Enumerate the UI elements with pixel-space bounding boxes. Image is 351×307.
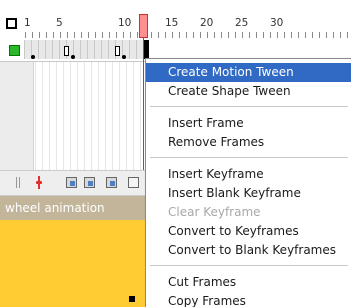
frame-number: 20 <box>200 17 214 29</box>
menu-separator <box>150 157 348 158</box>
timeline-context-menu: Create Motion Tween Create Shape Tween I… <box>145 58 351 307</box>
menu-item-label: Convert to Keyframes <box>168 224 299 238</box>
onion-outline-icon[interactable] <box>84 177 95 188</box>
menu-item-label: Remove Frames <box>168 135 265 149</box>
layer-frames[interactable] <box>24 40 146 59</box>
menu-item-create-motion-tween[interactable]: Create Motion Tween <box>146 63 351 82</box>
playhead-line <box>143 38 144 192</box>
frame-number: 25 <box>235 17 249 29</box>
menu-separator <box>150 106 348 107</box>
menu-item-label: Copy Frames <box>168 294 246 307</box>
menu-item-convert-to-keyframes[interactable]: Convert to Keyframes <box>146 222 351 241</box>
menu-item-insert-blank-keyframe[interactable]: Insert Blank Keyframe <box>146 184 351 203</box>
menu-item-copy-frames[interactable]: Copy Frames <box>146 292 351 307</box>
menu-item-label: Create Motion Tween <box>168 65 294 79</box>
menu-item-convert-to-blank-keyframes[interactable]: Convert to Blank Keyframes <box>146 241 351 260</box>
frame-number: 10 <box>118 17 132 29</box>
playhead[interactable] <box>139 14 148 38</box>
edit-multiple-frames-icon[interactable] <box>106 177 117 188</box>
blank-keyframe-icon[interactable] <box>115 46 120 56</box>
outline-toggle-icon[interactable] <box>6 18 17 29</box>
scroll-bar-icon[interactable] <box>16 177 20 188</box>
layer-color-icon[interactable] <box>9 45 20 56</box>
menu-item-label: Insert Blank Keyframe <box>168 186 301 200</box>
flash-ide-window: 1 5 10 15 20 25 30 wheel animation Creat… <box>0 0 351 307</box>
frame-number: 15 <box>165 17 179 29</box>
menu-item-label: Clear Keyframe <box>168 205 261 219</box>
scene-title[interactable]: wheel animation <box>5 201 105 215</box>
frame-number: 30 <box>270 17 284 29</box>
frame-number: 1 <box>24 17 31 29</box>
keyframe-icon[interactable] <box>71 55 75 59</box>
blank-keyframe-icon[interactable] <box>64 46 69 56</box>
menu-item-insert-keyframe[interactable]: Insert Keyframe <box>146 165 351 184</box>
menu-item-label: Create Shape Tween <box>168 84 291 98</box>
layer-list-gutter <box>0 62 34 170</box>
menu-item-cut-frames[interactable]: Cut Frames <box>146 273 351 292</box>
menu-item-insert-frame[interactable]: Insert Frame <box>146 114 351 133</box>
menu-item-remove-frames[interactable]: Remove Frames <box>146 133 351 152</box>
onion-skin-icon[interactable] <box>66 177 77 188</box>
keyframe-icon[interactable] <box>122 55 126 59</box>
menu-item-clear-keyframe: Clear Keyframe <box>146 203 351 222</box>
menu-item-label: Insert Frame <box>168 116 244 130</box>
frame-number: 5 <box>56 17 63 29</box>
menu-item-create-shape-tween[interactable]: Create Shape Tween <box>146 82 351 101</box>
cursor-icon <box>129 296 135 302</box>
menu-separator <box>150 265 348 266</box>
modify-markers-icon[interactable] <box>128 177 139 188</box>
menu-item-label: Insert Keyframe <box>168 167 264 181</box>
menu-item-label: Cut Frames <box>168 275 237 289</box>
keyframe-icon[interactable] <box>31 55 35 59</box>
center-frame-icon[interactable] <box>35 176 43 189</box>
selected-frame[interactable] <box>144 40 149 59</box>
menu-item-label: Convert to Blank Keyframes <box>168 243 337 257</box>
timeline-ruler[interactable]: 1 5 10 15 20 25 30 <box>0 0 351 39</box>
